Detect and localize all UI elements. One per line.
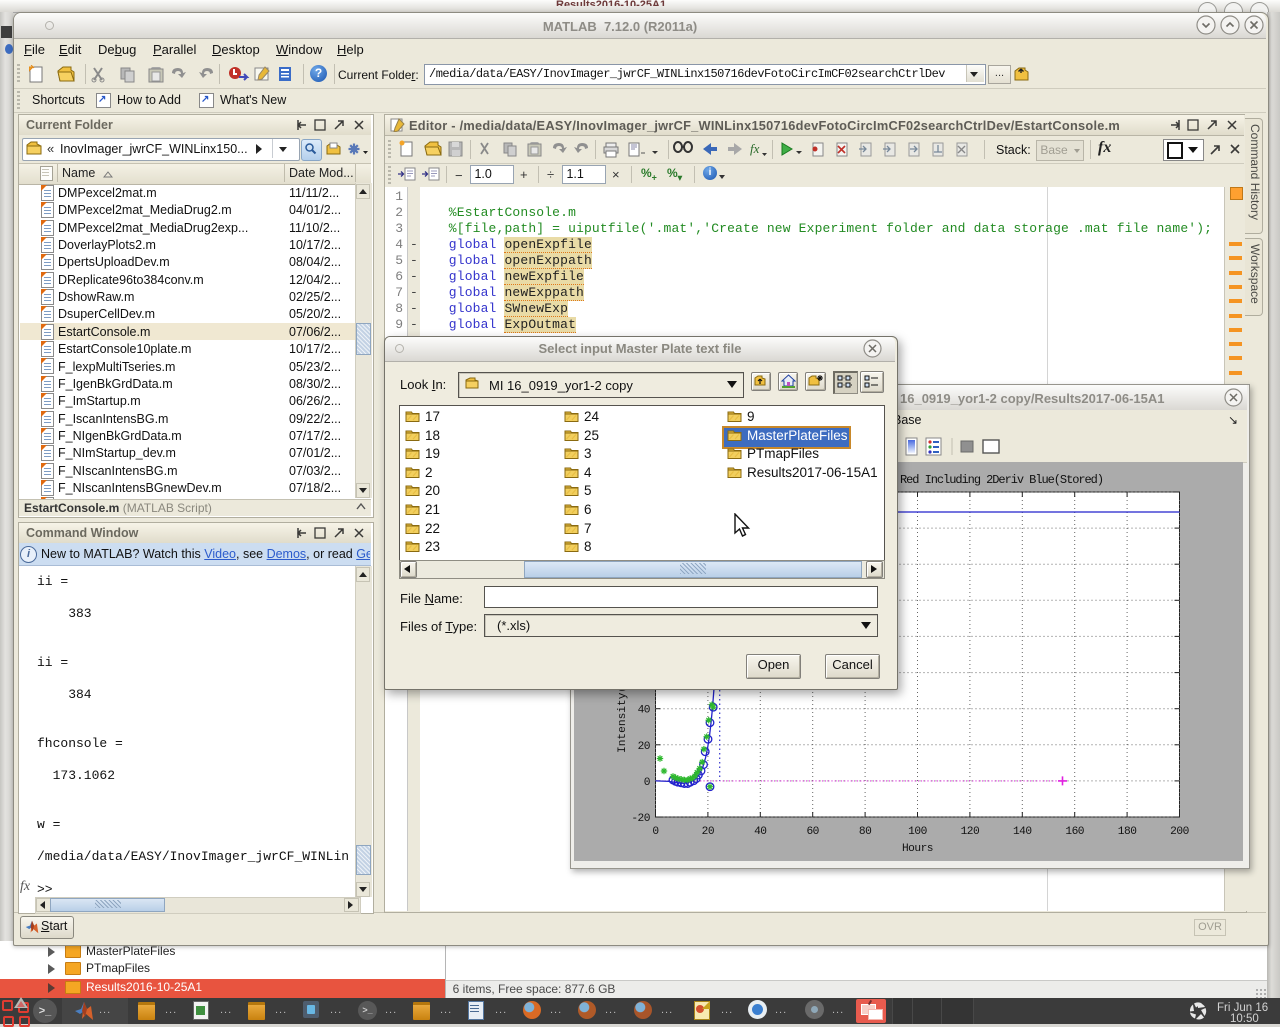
- svg-text:fx: fx: [750, 141, 760, 156]
- svg-text:200: 200: [1170, 826, 1189, 838]
- svg-text:100: 100: [908, 826, 927, 838]
- svg-text:40: 40: [638, 705, 651, 717]
- svg-text:0: 0: [644, 777, 651, 789]
- svg-text:160: 160: [1065, 826, 1084, 838]
- svg-text:80: 80: [859, 826, 872, 838]
- svg-text:40: 40: [754, 826, 767, 838]
- svg-text:20: 20: [638, 741, 651, 753]
- svg-text:120: 120: [961, 826, 980, 838]
- svg-text:Hours: Hours: [902, 843, 933, 855]
- svg-text:180: 180: [1118, 826, 1137, 838]
- svg-text:20: 20: [702, 826, 715, 838]
- svg-text:60: 60: [806, 826, 819, 838]
- svg-text:0: 0: [652, 826, 659, 838]
- svg-text:Red Including 2Deriv Blue(Stor: Red Including 2Deriv Blue(Stored): [900, 473, 1103, 487]
- svg-text:-20: -20: [631, 813, 650, 825]
- svg-text:140: 140: [1013, 826, 1032, 838]
